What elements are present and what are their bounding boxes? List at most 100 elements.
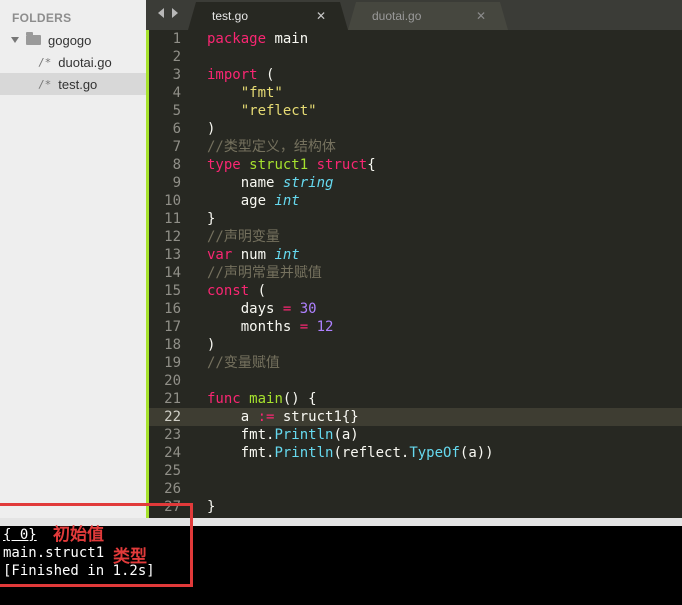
file-item-duotai[interactable]: /* duotai.go (0, 51, 146, 73)
close-icon[interactable]: ✕ (476, 9, 486, 23)
code-text: type struct1 struct{ (207, 156, 376, 174)
tab-nav-arrows (158, 8, 178, 18)
code-token: = (299, 319, 309, 335)
code-token: { (367, 157, 376, 173)
code-token: (a) (333, 427, 359, 443)
sidebar: FOLDERS gogogo /* duotai.go /* test.go (0, 0, 146, 518)
code-line[interactable]: 13 var num int (149, 246, 682, 264)
line-number: 25 (164, 463, 181, 479)
code-line[interactable]: 17 months = 12 (149, 318, 682, 336)
tab-title: test.go (212, 9, 249, 23)
code-token: func (207, 391, 241, 407)
annotation-initial-value: 初始值 (53, 525, 104, 545)
code-token: } (207, 499, 216, 515)
file-icon: /* (38, 55, 52, 69)
code-line[interactable]: 16 days = 30 (149, 300, 682, 318)
code-token: struct1 (249, 157, 309, 173)
tab-title: duotai.go (372, 9, 422, 23)
code-line[interactable]: 27} (149, 498, 682, 516)
code-token: TypeOf (409, 445, 460, 461)
code-text: months = 12 (207, 318, 334, 336)
code-line[interactable]: 22 a := struct1{} (149, 408, 682, 426)
code-line[interactable]: 14 //声明常量并赋值 (149, 264, 682, 282)
code-line[interactable]: 19 //变量赋值 (149, 354, 682, 372)
code-token: fmt. (207, 445, 275, 461)
line-number: 3 (172, 67, 181, 83)
line-number: 1 (172, 31, 181, 47)
code-line[interactable]: 26 (149, 480, 682, 498)
folder-gogogo[interactable]: gogogo (0, 29, 146, 51)
code-text: const ( (207, 282, 266, 300)
line-number: 11 (164, 211, 181, 227)
code-token: months (207, 319, 300, 335)
line-number: 19 (164, 355, 181, 371)
code-token: ) (207, 337, 216, 353)
code-line[interactable]: 24 fmt.Println(reflect.TypeOf(a)) (149, 444, 682, 462)
annotation-type: 类型 (113, 547, 147, 567)
code-token: struct1{} (274, 409, 359, 425)
code-line[interactable]: 8 type struct1 struct{ (149, 156, 682, 174)
arrow-right-icon[interactable] (172, 8, 178, 18)
code-line[interactable]: 25 (149, 462, 682, 480)
line-number: 23 (164, 427, 181, 443)
code-token: int (274, 193, 300, 209)
code-token: num (232, 247, 275, 263)
code-line[interactable]: 5 "reflect" (149, 102, 682, 120)
code-text: ) (207, 120, 215, 138)
code-token: () { (282, 391, 317, 407)
folder-icon (26, 32, 41, 45)
code-line[interactable]: 6) (149, 120, 682, 138)
code-token: string (282, 175, 334, 191)
code-token: := (257, 409, 275, 425)
code-line[interactable]: 18) (149, 336, 682, 354)
line-number: 26 (164, 481, 181, 497)
code-line[interactable]: 1 package main (149, 30, 682, 48)
code-line[interactable]: 2 (149, 48, 682, 66)
code-text: //类型定义，结构体 (207, 138, 336, 156)
code-line[interactable]: 3 import ( (149, 66, 682, 84)
code-text: var num int (207, 246, 300, 264)
line-number: 24 (164, 445, 181, 461)
code-line[interactable]: 15 const ( (149, 282, 682, 300)
code-line[interactable]: 20 (149, 372, 682, 390)
code-line[interactable]: 11} (149, 210, 682, 228)
code-text: func main() { (207, 390, 317, 408)
file-name: duotai.go (58, 54, 112, 70)
tab-duotai-go[interactable]: duotai.go ✕ (348, 2, 508, 30)
code-editor[interactable]: 1 package main 2 3 import (4 "fmt" 5 "reflect… (146, 30, 682, 518)
code-line[interactable]: 7 //类型定义，结构体 (149, 138, 682, 156)
code-token: main (266, 31, 309, 47)
code-token: "fmt" (240, 85, 283, 101)
code-line[interactable]: 9 name string (149, 174, 682, 192)
code-token: type (207, 157, 241, 173)
line-number: 7 (172, 139, 181, 155)
code-token: struct (316, 157, 368, 173)
code-line[interactable]: 21 func main() { (149, 390, 682, 408)
code-line[interactable]: 4 "fmt" (149, 84, 682, 102)
code-text: import ( (207, 66, 274, 84)
file-item-test[interactable]: /* test.go (0, 73, 146, 95)
code-token: ( (257, 67, 275, 83)
line-number: 22 (164, 409, 181, 425)
code-token: "reflect" (240, 103, 317, 119)
code-token: main (249, 391, 283, 407)
code-line[interactable]: 23 fmt.Println(a) (149, 426, 682, 444)
code-text: "fmt" (207, 84, 283, 102)
code-token: ) (207, 121, 216, 137)
annotation-box (0, 503, 193, 587)
caret-down-icon[interactable] (11, 37, 19, 43)
code-line[interactable]: 12 //声明变量 (149, 228, 682, 246)
tab-test-go[interactable]: test.go ✕ (188, 2, 348, 30)
file-name: test.go (58, 76, 98, 92)
arrow-left-icon[interactable] (158, 8, 164, 18)
code-line[interactable]: 10 age int (149, 192, 682, 210)
close-icon[interactable]: ✕ (316, 9, 326, 23)
line-number: 14 (164, 265, 181, 281)
code-text: } (207, 498, 215, 516)
code-token: //声明变量 (207, 229, 280, 245)
code-text: fmt.Println(a) (207, 426, 359, 444)
line-number: 12 (164, 229, 181, 245)
